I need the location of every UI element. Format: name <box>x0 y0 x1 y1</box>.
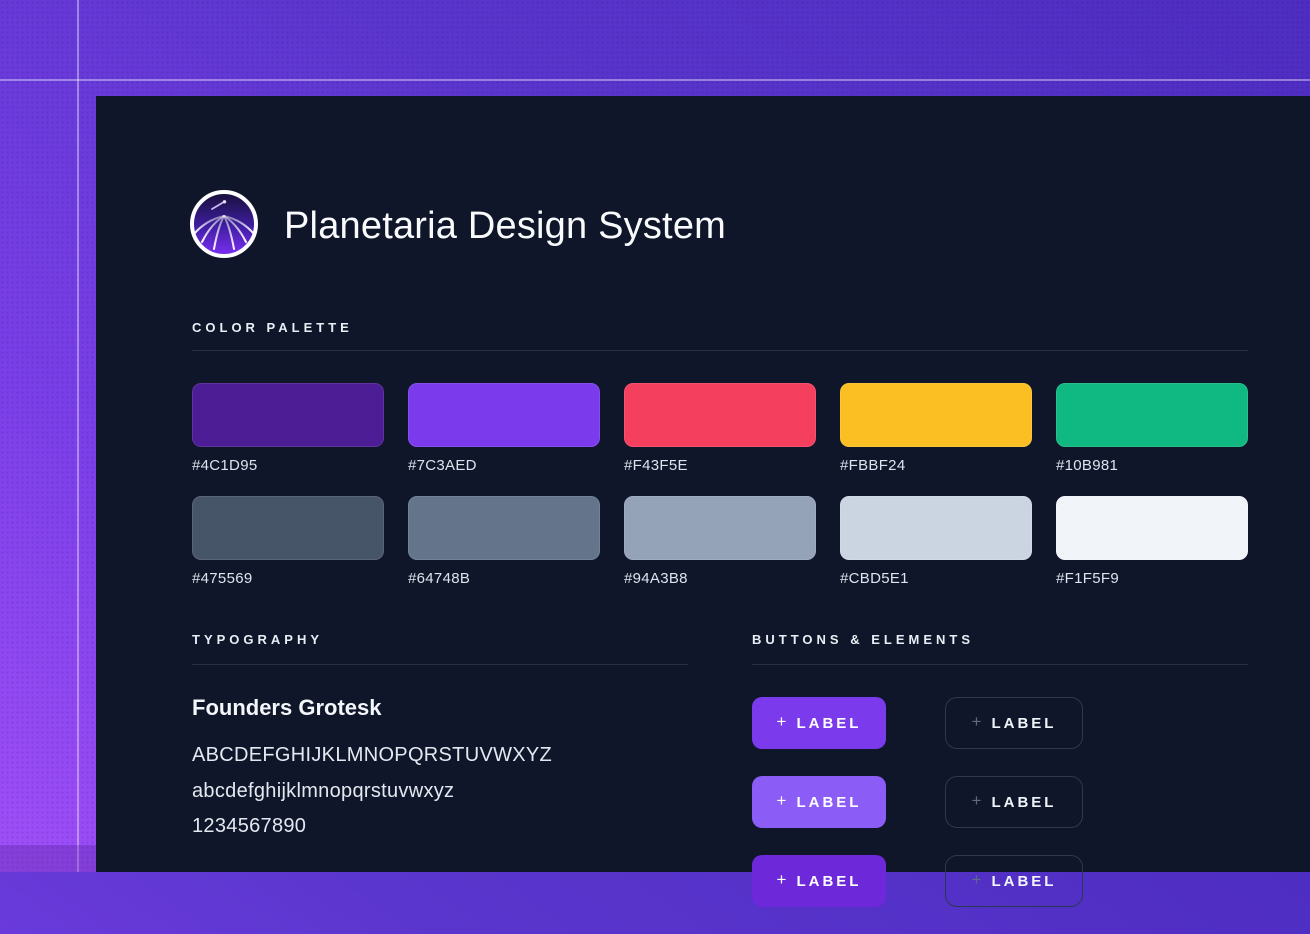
plus-icon: + <box>972 791 982 811</box>
color-swatch-hex: #10B981 <box>1056 457 1248 474</box>
page-title: Planetaria Design System <box>284 202 726 250</box>
color-swatch: #94A3B8 <box>624 496 816 587</box>
color-swatch-hex: #F43F5E <box>624 457 816 474</box>
label-button-filled[interactable]: + LABEL <box>752 697 886 749</box>
color-swatch: #7C3AED <box>408 383 600 474</box>
button-label: LABEL <box>991 794 1056 811</box>
color-swatch: #10B981 <box>1056 383 1248 474</box>
button-row: + LABEL + LABEL <box>752 697 1083 749</box>
bottom-accent-band <box>0 845 96 872</box>
alphabet-uppercase: ABCDEFGHIJKLMNOPQRSTUVWXYZ <box>192 744 552 767</box>
color-swatch-hex: #64748B <box>408 570 600 587</box>
plus-icon: + <box>972 870 982 890</box>
plus-icon: + <box>972 712 982 732</box>
color-swatch-grid: #4C1D95 #7C3AED #F43F5E #FBBF24 #10B981 … <box>192 383 1248 587</box>
color-swatch-hex: #FBBF24 <box>840 457 1032 474</box>
font-name: Founders Grotesk <box>192 695 381 721</box>
color-swatch-fill <box>840 383 1032 447</box>
label-button-outline[interactable]: + LABEL <box>945 776 1083 828</box>
button-label: LABEL <box>796 873 861 890</box>
color-swatch-hex: #F1F5F9 <box>1056 570 1248 587</box>
numerals-sample: 1234567890 <box>192 815 306 838</box>
label-button-filled[interactable]: + LABEL <box>752 855 886 907</box>
color-swatch-fill <box>624 383 816 447</box>
label-button-filled[interactable]: + LABEL <box>752 776 886 828</box>
color-swatch-fill <box>624 496 816 560</box>
buttons-elements-divider <box>752 664 1248 665</box>
color-swatch-fill <box>408 496 600 560</box>
planetaria-logo-icon <box>189 189 259 259</box>
button-row: + LABEL + LABEL <box>752 855 1083 907</box>
typography-divider <box>192 664 688 665</box>
label-button-outline[interactable]: + LABEL <box>945 697 1083 749</box>
button-label: LABEL <box>991 715 1056 732</box>
color-swatch: #F43F5E <box>624 383 816 474</box>
button-label: LABEL <box>796 794 861 811</box>
buttons-elements-heading: BUTTONS & ELEMENTS <box>752 632 974 647</box>
color-swatch-fill <box>840 496 1032 560</box>
alphabet-lowercase: abcdefghijklmnopqrstuvwxyz <box>192 780 454 803</box>
color-swatch: #475569 <box>192 496 384 587</box>
color-swatch-hex: #94A3B8 <box>624 570 816 587</box>
button-examples: + LABEL + LABEL + LABEL + LABEL + LABEL <box>752 697 1083 934</box>
plus-icon: + <box>777 791 787 811</box>
color-palette-divider <box>192 350 1248 351</box>
color-swatch: #64748B <box>408 496 600 587</box>
typography-heading: TYPOGRAPHY <box>192 632 323 647</box>
button-label: LABEL <box>991 873 1056 890</box>
design-system-panel: Planetaria Design System COLOR PALETTE #… <box>96 96 1310 872</box>
color-swatch: #FBBF24 <box>840 383 1032 474</box>
color-swatch: #CBD5E1 <box>840 496 1032 587</box>
color-swatch-hex: #CBD5E1 <box>840 570 1032 587</box>
color-swatch: #4C1D95 <box>192 383 384 474</box>
color-palette-heading: COLOR PALETTE <box>192 320 353 335</box>
color-swatch-fill <box>1056 383 1248 447</box>
button-row: + LABEL + LABEL <box>752 776 1083 828</box>
plus-icon: + <box>777 870 787 890</box>
color-swatch-hex: #7C3AED <box>408 457 600 474</box>
vertical-guide-line <box>77 0 79 872</box>
color-swatch-fill <box>192 383 384 447</box>
color-swatch-hex: #4C1D95 <box>192 457 384 474</box>
color-swatch: #F1F5F9 <box>1056 496 1248 587</box>
horizontal-guide-line <box>0 79 1310 81</box>
plus-icon: + <box>777 712 787 732</box>
color-swatch-hex: #475569 <box>192 570 384 587</box>
color-swatch-fill <box>408 383 600 447</box>
label-button-outline[interactable]: + LABEL <box>945 855 1083 907</box>
button-label: LABEL <box>796 715 861 732</box>
color-swatch-fill <box>192 496 384 560</box>
color-swatch-fill <box>1056 496 1248 560</box>
